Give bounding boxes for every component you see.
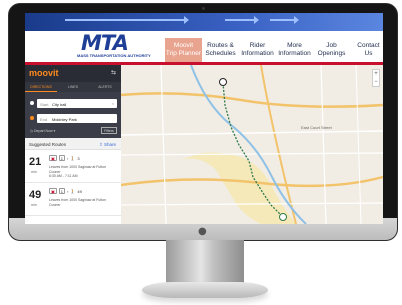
route-duration: 21 xyxy=(29,156,42,168)
suggested-routes-header: Suggested Routes ⇪ Share xyxy=(25,138,121,150)
apple-logo-icon: ● xyxy=(198,226,207,237)
banner-arrow xyxy=(65,16,189,24)
walk-icon: 🚶 xyxy=(70,155,76,161)
walk-icon: 🚶 xyxy=(70,188,76,194)
mta-logo[interactable]: MTA MASS TRANSPORTATION AUTHORITY xyxy=(77,31,165,61)
street-label: East Court Street xyxy=(301,125,332,130)
monitor-scene: MTA MASS TRANSPORTATION AUTHORITY Moovit… xyxy=(0,0,402,305)
tab-directions[interactable]: DIRECTIONS xyxy=(25,82,57,92)
tab-lines[interactable]: LINES xyxy=(57,82,89,92)
map-graphics xyxy=(121,65,383,224)
walk-minutes: 3 xyxy=(77,155,80,161)
nav-contact-us[interactable]: Contact Us xyxy=(350,38,383,62)
route-duration: 49 xyxy=(29,189,42,201)
start-pin-icon[interactable] xyxy=(219,78,227,86)
logo-subtitle: MASS TRANSPORTATION AUTHORITY xyxy=(77,53,151,58)
route-duration-unit: min xyxy=(31,203,37,207)
share-button[interactable]: ⇪ Share xyxy=(99,142,116,148)
route-map[interactable]: East Court Street + − xyxy=(121,65,383,224)
nav-trip-planner[interactable]: Moovit Trip Planner xyxy=(165,38,202,62)
language-icon[interactable]: ⇆ xyxy=(111,69,116,76)
banner-arrow xyxy=(270,16,299,24)
main-nav: Moovit Trip Planner Routes & Schedules R… xyxy=(165,38,383,62)
site-header: MTA MASS TRANSPORTATION AUTHORITY Moovit… xyxy=(25,13,383,65)
tab-alerts[interactable]: ALERTS xyxy=(89,82,121,92)
moovit-bar: moovit ⇆ xyxy=(25,65,121,82)
route-option[interactable]: 49 min ▣ 1 › 🚶 49 Leaves from 1000 Sagin… xyxy=(25,183,121,216)
route-duration-unit: min xyxy=(31,170,37,174)
route-option[interactable]: 21 min ▣ 1 › 🚶 3 Leaves from 1000 Sagina… xyxy=(25,150,121,183)
directions-form: Start City hall × End Mckinley Park ◷ De… xyxy=(25,92,121,138)
walk-minutes: 49 xyxy=(77,188,82,194)
bus-icon: ▣ xyxy=(49,188,57,194)
nav-more-information[interactable]: More Information xyxy=(276,38,313,62)
trip-planner-panel: moovit ⇆ DIRECTIONS LINES ALERTS Start C… xyxy=(25,65,121,224)
bus-line: 1 xyxy=(58,188,66,194)
end-pin-icon[interactable] xyxy=(279,213,287,221)
route-description: Leaves from 1000 Saginaw at Fulton Coone… xyxy=(49,198,107,207)
moovit-logo: moovit xyxy=(29,68,59,78)
zoom-in-button[interactable]: + xyxy=(373,70,379,78)
route-legs: ▣ 1 › 🚶 49 xyxy=(49,188,82,194)
bus-icon: ▣ xyxy=(49,155,57,161)
nav-routes-schedules[interactable]: Routes & Schedules xyxy=(202,38,239,62)
planner-tabs: DIRECTIONS LINES ALERTS xyxy=(25,82,121,92)
logo-mark: MTA xyxy=(81,31,129,55)
zoom-controls: + − xyxy=(372,69,380,87)
monitor-stand-neck xyxy=(166,240,244,284)
route-description: Leaves from 1000 Saginaw at Fulton Coone… xyxy=(49,165,107,178)
suggested-routes-title: Suggested Routes xyxy=(29,142,67,147)
zoom-out-button[interactable]: − xyxy=(373,78,379,86)
depart-selector[interactable]: ◷ Depart Now ▾ xyxy=(30,129,55,133)
clear-icon[interactable]: × xyxy=(112,101,114,106)
end-field[interactable]: End Mckinley Park xyxy=(37,114,117,123)
camera xyxy=(202,7,205,10)
start-dot-icon xyxy=(30,101,34,105)
banner-arrow xyxy=(225,16,259,24)
bus-line: 1 xyxy=(58,155,66,161)
header-banner xyxy=(25,13,383,31)
monitor-stand-foot xyxy=(142,282,268,298)
route-legs: ▣ 1 › 🚶 3 xyxy=(49,155,80,161)
nav-rider-information[interactable]: Rider Information xyxy=(239,38,276,62)
end-dot-icon xyxy=(30,116,34,120)
nav-job-openings[interactable]: Job Openings xyxy=(313,38,350,62)
start-field[interactable]: Start City hall × xyxy=(37,99,117,108)
filters-button[interactable]: Filters xyxy=(101,127,117,134)
screen: MTA MASS TRANSPORTATION AUTHORITY Moovit… xyxy=(25,13,383,224)
